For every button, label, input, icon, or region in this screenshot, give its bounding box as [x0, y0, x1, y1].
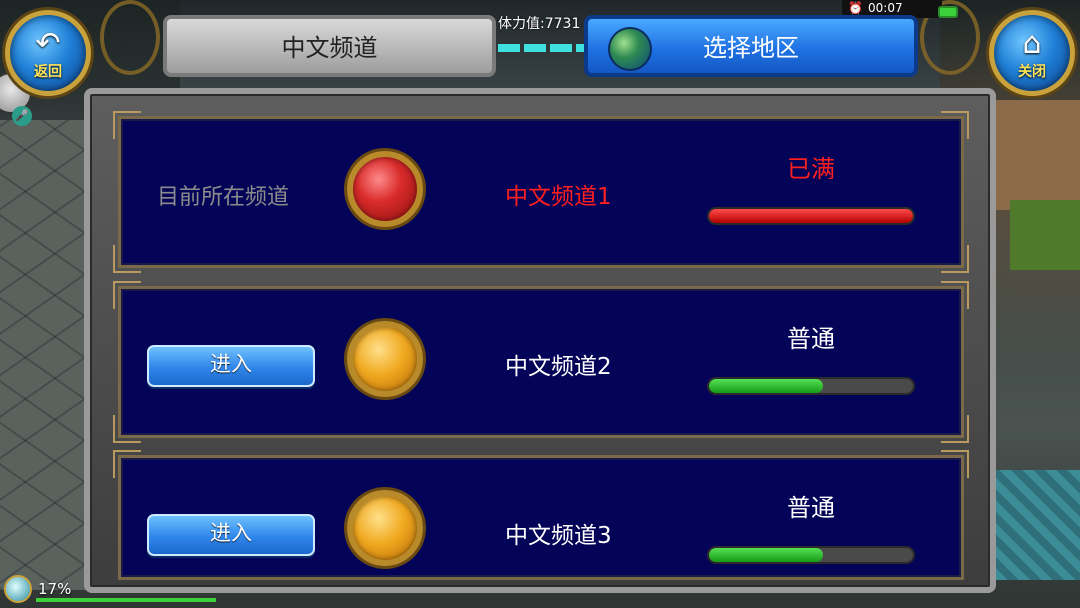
- channel-load-status: 已满: [787, 155, 835, 183]
- close-button[interactable]: ⌂ 关闭: [989, 10, 1075, 96]
- enter-channel-button[interactable]: 进入: [147, 345, 315, 387]
- channel-load-bar: [707, 377, 915, 395]
- close-button-label: 关闭: [1018, 64, 1046, 80]
- ornament-left: [100, 0, 160, 75]
- channel-load-fill: [709, 548, 824, 562]
- channel-row: 进入 中文频道2 普通: [113, 281, 969, 443]
- channel-name: 中文频道1: [505, 184, 612, 210]
- stamina-bar: [498, 44, 584, 52]
- channel-load-bar: [707, 546, 915, 564]
- channel-name: 中文频道2: [505, 354, 612, 380]
- back-button[interactable]: ↶ 返回: [5, 10, 91, 96]
- tab-chinese-channel[interactable]: 中文频道: [163, 15, 496, 77]
- row-ornament: [113, 111, 141, 139]
- row-ornament: [113, 415, 141, 443]
- row-ornament: [941, 450, 969, 478]
- row-ornament: [941, 415, 969, 443]
- clock-time: 00:07: [868, 1, 903, 15]
- microphone-icon[interactable]: 🎤: [12, 106, 32, 126]
- channel-load-bar: [707, 207, 915, 225]
- channel-status-orb: [347, 151, 423, 227]
- progress-percent: 17%: [38, 580, 72, 598]
- row-ornament: [113, 281, 141, 309]
- tab-select-region[interactable]: 选择地区: [584, 15, 918, 77]
- channel-load-fill: [709, 209, 913, 223]
- back-arrow-icon: ↶: [35, 26, 61, 61]
- stamina-value: 体力值:7731: [498, 16, 581, 32]
- skill-orb-icon[interactable]: [4, 575, 32, 603]
- current-channel-label: 目前所在频道: [157, 185, 290, 210]
- alarm-icon: ⏰: [848, 1, 863, 15]
- progress-bar: [36, 598, 216, 602]
- battery-icon: [938, 6, 958, 18]
- row-ornament: [941, 111, 969, 139]
- channel-status-orb: [347, 321, 423, 397]
- globe-icon: [608, 27, 652, 71]
- channel-row: 进入 中文频道3 普通: [113, 450, 969, 580]
- channel-load-status: 普通: [787, 325, 835, 353]
- home-icon: ⌂: [1022, 26, 1042, 61]
- tab-select-region-label: 选择地区: [703, 34, 799, 62]
- scene-carpet: [985, 470, 1080, 580]
- channel-load-fill: [709, 379, 824, 393]
- scene-wall: [990, 100, 1080, 210]
- enter-channel-button[interactable]: 进入: [147, 514, 315, 556]
- row-ornament: [113, 245, 141, 273]
- row-ornament: [113, 450, 141, 478]
- channel-name: 中文频道3: [505, 523, 612, 549]
- channel-load-status: 普通: [787, 494, 835, 522]
- back-button-label: 返回: [34, 64, 62, 80]
- channel-status-orb: [347, 490, 423, 566]
- row-ornament: [941, 281, 969, 309]
- scene-grass: [1010, 200, 1080, 270]
- channel-row: 目前所在频道 中文频道1 已满: [113, 111, 969, 273]
- row-ornament: [941, 245, 969, 273]
